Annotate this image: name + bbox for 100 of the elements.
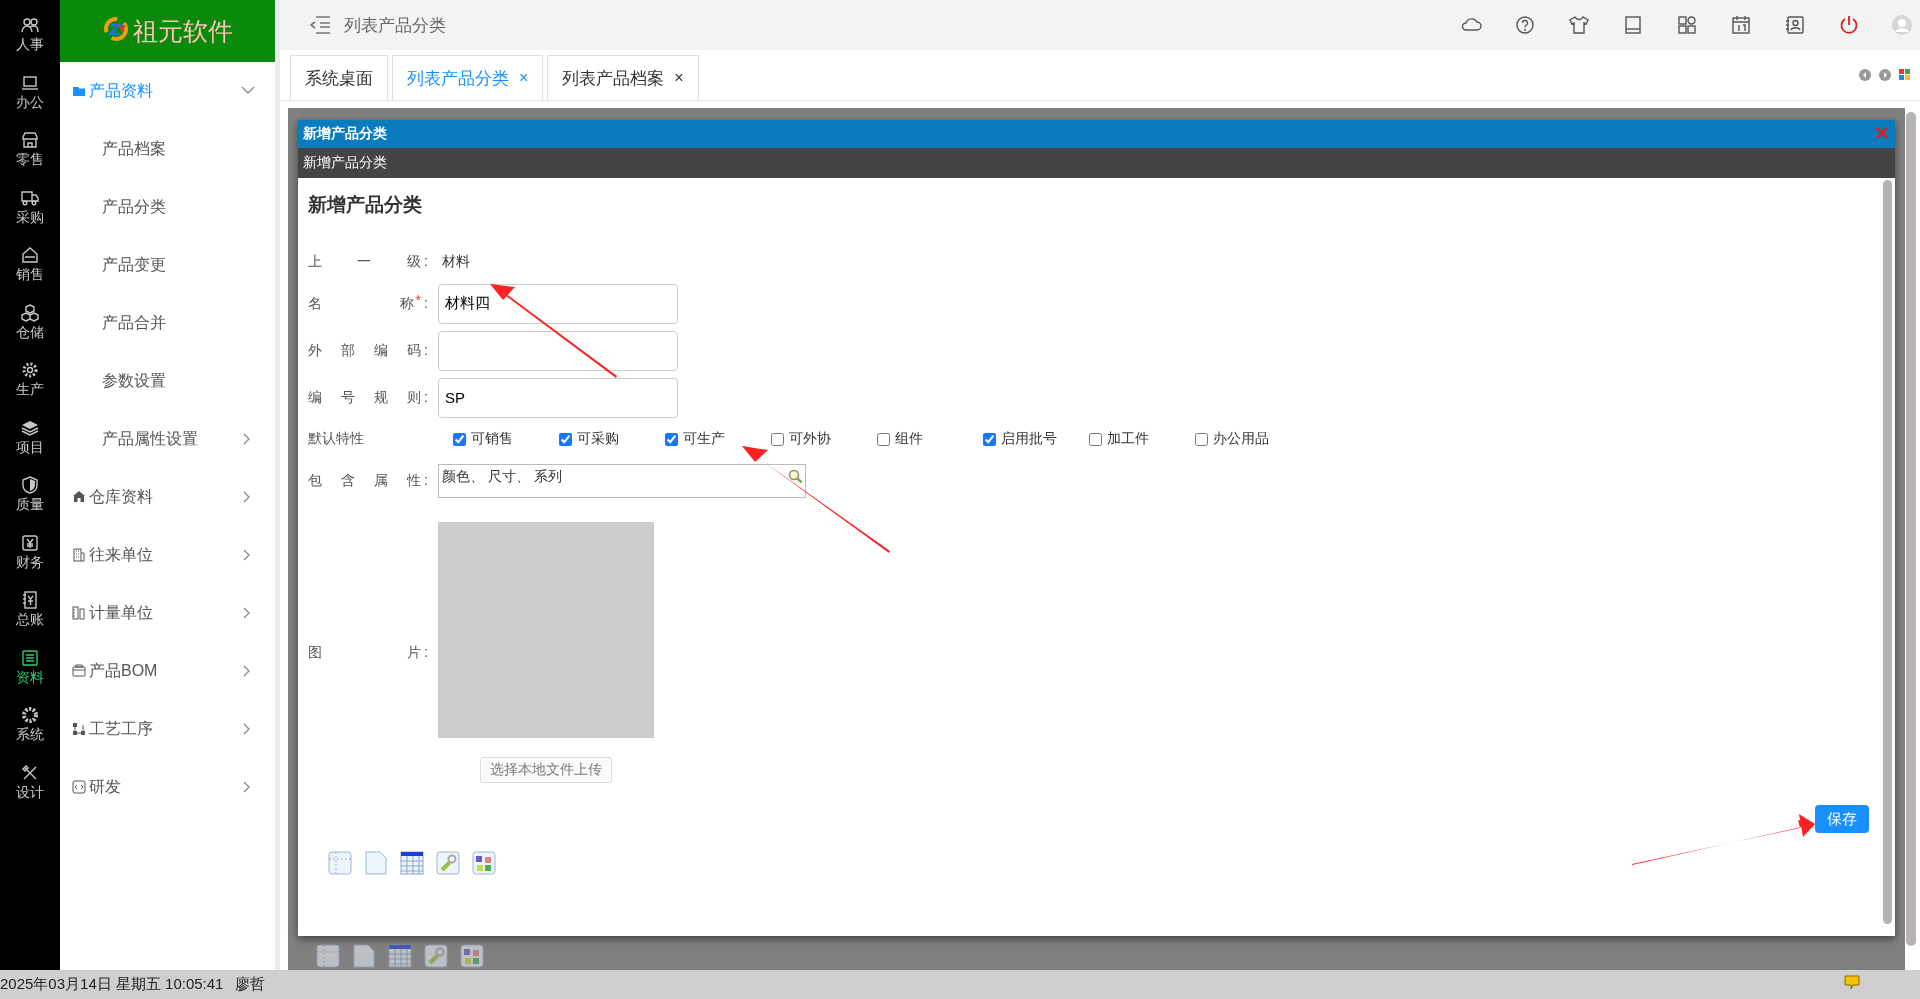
menu-item[interactable]: 产品属性设置 <box>60 410 275 468</box>
grid-icon[interactable] <box>1676 14 1698 36</box>
box-icon <box>72 664 86 678</box>
table-icon[interactable] <box>400 851 424 875</box>
menu-group[interactable]: 研发 <box>60 758 275 816</box>
ledger-icon <box>21 591 39 609</box>
rail-item[interactable]: 仓储 <box>0 303 60 361</box>
page-icon[interactable] <box>352 944 376 968</box>
calendar-icon[interactable] <box>1730 14 1752 36</box>
help-icon[interactable] <box>1514 14 1536 36</box>
code-icon <box>72 780 86 794</box>
form-heading: 新增产品分类 <box>308 193 423 217</box>
checkbox-label: 启用批号 <box>1001 430 1057 448</box>
checkbox-label: 可采购 <box>577 430 619 448</box>
status-user: 廖哲 <box>235 975 266 994</box>
required-mark: * <box>415 294 421 305</box>
checkbox[interactable] <box>1195 432 1208 446</box>
tiles-icon[interactable] <box>1899 69 1910 80</box>
logo-text: 祖元软件 <box>132 15 233 47</box>
people-icon <box>21 16 39 34</box>
puzzle-icon[interactable] <box>472 851 496 875</box>
menu-item[interactable]: 产品分类 <box>60 178 275 236</box>
tools-icon <box>21 763 39 782</box>
contact-icon[interactable] <box>1784 14 1806 36</box>
checkbox[interactable] <box>877 432 890 446</box>
page-title: 列表产品分类 <box>344 14 446 37</box>
layers-icon <box>21 418 39 437</box>
input-field[interactable] <box>438 330 678 371</box>
checkbox[interactable] <box>1089 432 1102 446</box>
shirt-icon[interactable] <box>1568 14 1590 36</box>
label-colon: : <box>423 471 429 488</box>
menu-group[interactable]: 仓库资料 <box>60 468 275 526</box>
label-colon: : <box>423 253 429 269</box>
list-icon <box>21 648 39 667</box>
rail-item[interactable]: 设计 <box>0 763 60 821</box>
search-icon[interactable] <box>788 468 803 484</box>
checkbox[interactable] <box>559 432 572 446</box>
rail-item[interactable]: 项目 <box>0 418 60 476</box>
receipt-icon <box>21 533 39 552</box>
menu-item[interactable]: 产品档案 <box>60 120 275 178</box>
rail-item[interactable]: 销售 <box>0 246 60 304</box>
lookup-field[interactable]: 颜色、 尺寸、 系列 <box>438 463 806 498</box>
dashed-grid-icon[interactable] <box>316 944 340 968</box>
checkbox[interactable] <box>771 432 784 446</box>
rail-item[interactable]: 质量 <box>0 476 60 534</box>
power-icon[interactable] <box>1838 14 1860 36</box>
field-label: 名 称 <box>308 294 414 313</box>
rail-item[interactable]: 人事 <box>0 16 60 74</box>
menu-item[interactable]: 产品变更 <box>60 236 275 294</box>
checkbox[interactable] <box>983 432 996 446</box>
menu-item[interactable]: 产品合并 <box>60 294 275 352</box>
wrench-icon[interactable] <box>436 851 460 875</box>
message-icon[interactable] <box>1844 975 1860 991</box>
store-icon <box>21 131 39 149</box>
rail-item[interactable]: 零售 <box>0 131 60 189</box>
scrollbar[interactable] <box>1883 180 1892 924</box>
folder-icon <box>72 84 86 98</box>
field-label: 外 部 编 码 <box>308 341 421 360</box>
menu-group[interactable]: 工艺工序 <box>60 700 275 758</box>
rail-item[interactable]: 采购 <box>0 188 60 246</box>
puzzle-icon[interactable] <box>460 944 484 968</box>
logo-icon <box>102 16 129 42</box>
house-icon <box>21 246 39 264</box>
next-icon[interactable] <box>1879 69 1891 81</box>
laptop-icon <box>21 73 39 92</box>
tab[interactable]: 列表产品档案 × <box>547 55 699 100</box>
checkbox[interactable] <box>453 432 466 446</box>
label-colon: : <box>423 341 429 358</box>
building-icon <box>72 548 86 562</box>
previous-icon[interactable] <box>1859 69 1871 81</box>
ruler-icon <box>72 606 86 620</box>
field-label: 图 片 <box>308 643 421 662</box>
checkbox[interactable] <box>665 432 678 446</box>
wrench-icon[interactable] <box>424 944 448 968</box>
menu-icon[interactable] <box>308 14 332 36</box>
checkbox-label: 组件 <box>895 430 923 448</box>
rail-item[interactable]: 财务 <box>0 533 60 591</box>
menu-group[interactable]: 计量单位 <box>60 584 275 642</box>
rail-item[interactable]: 系统 <box>0 706 60 764</box>
menu-item[interactable]: 参数设置 <box>60 352 275 410</box>
checkbox-label: 可生产 <box>683 430 725 448</box>
menu-group[interactable]: 产品BOM <box>60 642 275 700</box>
input-field[interactable]: SP <box>438 377 678 418</box>
rail-item[interactable]: 总账 <box>0 591 60 649</box>
rail-item[interactable]: 生产 <box>0 361 60 419</box>
tab[interactable]: 系统桌面 <box>290 55 388 100</box>
close-button[interactable]: × <box>674 69 684 87</box>
cubes-icon <box>21 303 39 322</box>
dialog-subtitle: 新增产品分类 <box>298 148 1895 178</box>
checkbox-label: 可销售 <box>471 430 513 448</box>
table-icon[interactable] <box>388 944 412 968</box>
status-datetime: 2025年03月14日 星期五 10:05:41 <box>0 975 224 994</box>
tablet-icon[interactable] <box>1622 14 1644 36</box>
gear-icon <box>21 706 39 724</box>
upload-button[interactable]: 选择本地文件上传 <box>480 757 612 783</box>
scrollbar[interactable] <box>1906 112 1916 946</box>
rail-item[interactable]: 资料 <box>0 648 60 706</box>
rail-item[interactable]: 办公 <box>0 73 60 131</box>
input-field[interactable]: 材料四 <box>438 283 678 324</box>
menu-group[interactable]: 往来单位 <box>60 526 275 584</box>
